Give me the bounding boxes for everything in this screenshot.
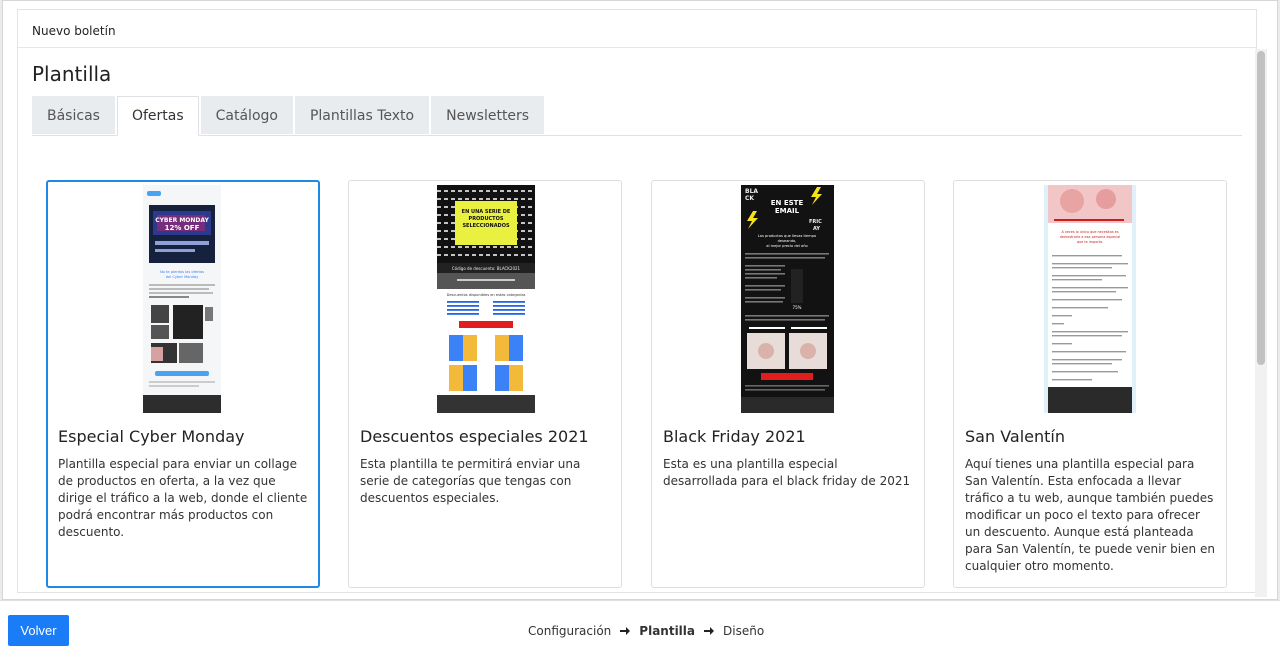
- svg-text:del Cyber Monday: del Cyber Monday: [166, 275, 199, 279]
- svg-text:al mejor precio del año: al mejor precio del año: [766, 244, 807, 248]
- svg-text:SELECCIONADOS: SELECCIONADOS: [462, 223, 510, 229]
- template-card-descuentos-2021[interactable]: EN UNA SERIE DE PRODUCTOS SELECCIONADOS …: [348, 180, 622, 588]
- template-tabs: Básicas Ofertas Catálogo Plantillas Text…: [32, 96, 1242, 136]
- template-title: Black Friday 2021: [663, 427, 806, 446]
- template-preview-descuentos-2021: EN UNA SERIE DE PRODUCTOS SELECCIONADOS …: [437, 185, 535, 413]
- svg-text:BLA: BLA: [745, 188, 758, 195]
- svg-text:FRIC: FRIC: [809, 219, 822, 225]
- arrow-right-icon: [704, 627, 715, 635]
- svg-text:75%: 75%: [793, 305, 802, 310]
- modal: Nuevo boletín Plantilla Básicas Ofertas …: [2, 0, 1278, 600]
- wizard-steps: Configuración Plantilla Diseño: [528, 624, 764, 638]
- arrow-right-icon: [620, 627, 631, 635]
- template-description: Esta plantilla te permitirá enviar una s…: [360, 457, 581, 505]
- tab-ofertas[interactable]: Ofertas: [116, 96, 199, 136]
- tab-basicas[interactable]: Básicas: [32, 96, 115, 134]
- svg-text:CYBER MONDAY: CYBER MONDAY: [155, 217, 209, 224]
- wizard-footer: Volver Configuración Plantilla Diseño: [0, 600, 1280, 654]
- svg-text:12% OFF: 12% OFF: [165, 224, 200, 232]
- tab-newsletters[interactable]: Newsletters: [431, 96, 545, 134]
- page-title: Plantilla: [32, 62, 112, 86]
- template-preview-cyber-monday: CYBER MONDAY 12% OFF No te pierdas las o…: [143, 185, 221, 413]
- tab-catalogo[interactable]: Catálogo: [200, 96, 293, 134]
- svg-text:Los productos que llevas tiemp: Los productos que llevas tiempo: [758, 234, 816, 238]
- modal-content: Nuevo boletín Plantilla Básicas Ofertas …: [17, 9, 1257, 593]
- template-preview-black-friday-2021: BLA CK FRIC AY EN ESTE EMAIL Los product…: [741, 185, 834, 413]
- template-card-black-friday-2021[interactable]: BLA CK FRIC AY EN ESTE EMAIL Los product…: [651, 180, 925, 588]
- template-title: Especial Cyber Monday: [58, 427, 245, 446]
- template-description: Plantilla especial para enviar un collag…: [58, 457, 308, 539]
- template-card-san-valentin[interactable]: A veces lo único que necesitas es demost…: [953, 180, 1227, 588]
- svg-text:que te importa.: que te importa.: [1077, 240, 1103, 244]
- template-preview-san-valentin: A veces lo único que necesitas es demost…: [1044, 185, 1136, 413]
- svg-text:Código de descuento: BLACK2021: Código de descuento: BLACK2021: [452, 266, 521, 271]
- svg-text:EMAIL: EMAIL: [775, 207, 800, 215]
- svg-text:AY: AY: [813, 226, 820, 232]
- svg-text:Descuentos disponibles en esta: Descuentos disponibles en estas categorí…: [447, 293, 526, 297]
- svg-text:deseando,: deseando,: [778, 239, 797, 243]
- black-friday-thumbnail: BLA CK FRIC AY EN ESTE EMAIL Los product…: [741, 185, 834, 413]
- tab-plantillas-texto[interactable]: Plantillas Texto: [294, 96, 430, 134]
- modal-title: Nuevo boletín: [32, 24, 116, 38]
- svg-text:demostrarle a esa persona espe: demostrarle a esa persona especial: [1060, 235, 1121, 239]
- modal-header: Nuevo boletín: [18, 10, 1256, 48]
- svg-text:PRODUCTOS: PRODUCTOS: [469, 216, 504, 222]
- step-diseno: Diseño: [723, 624, 765, 638]
- svg-text:No te pierdas las ofertas: No te pierdas las ofertas: [160, 270, 204, 274]
- cyber-monday-thumbnail: CYBER MONDAY 12% OFF No te pierdas las o…: [143, 185, 221, 413]
- back-button[interactable]: Volver: [8, 615, 69, 646]
- template-description: Esta es una plantilla especial desarroll…: [663, 457, 911, 488]
- template-title: Descuentos especiales 2021: [360, 427, 589, 446]
- template-card-cyber-monday[interactable]: CYBER MONDAY 12% OFF No te pierdas las o…: [46, 180, 320, 588]
- modal-scrollbar[interactable]: [1255, 49, 1267, 597]
- svg-text:EN UNA SERIE DE: EN UNA SERIE DE: [462, 209, 511, 215]
- san-valentin-thumbnail: A veces lo único que necesitas es demost…: [1044, 185, 1136, 413]
- scrollbar-thumb[interactable]: [1257, 51, 1265, 365]
- descuentos-thumbnail: EN UNA SERIE DE PRODUCTOS SELECCIONADOS …: [437, 185, 535, 413]
- svg-text:A veces lo único que necesitas: A veces lo único que necesitas es: [1061, 230, 1118, 234]
- template-description: Aquí tienes una plantilla especial para …: [965, 457, 1215, 573]
- template-title: San Valentín: [965, 427, 1065, 446]
- svg-text:EN ESTE: EN ESTE: [771, 199, 804, 207]
- svg-text:CK: CK: [745, 195, 754, 202]
- step-configuracion: Configuración: [528, 624, 612, 638]
- step-plantilla: Plantilla: [639, 624, 696, 638]
